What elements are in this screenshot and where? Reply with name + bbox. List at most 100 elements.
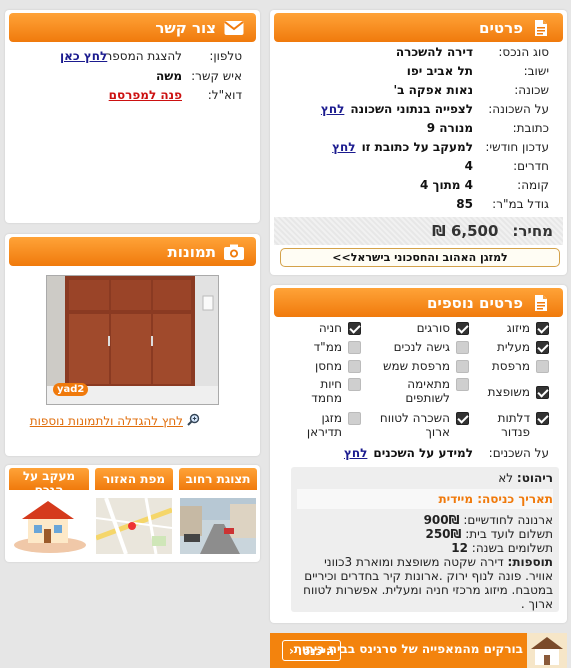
contact-phone-label: טלפון: — [209, 46, 242, 65]
detail-row-size: גודל במ"ר: — [492, 194, 549, 213]
tab-street-view[interactable]: תצוגת רחוב — [179, 468, 257, 557]
extra-title: פרטים נוספים — [426, 293, 523, 312]
detail-value-monthly-update: למעקב על כתובת זו לחץ — [332, 137, 473, 156]
reveal-phone-link[interactable]: לחץ כאן — [60, 49, 107, 63]
contact-phone-reveal: לחץ כאן — [60, 46, 107, 65]
detail-row-monthly-update: עדכון חודשי: — [485, 137, 549, 156]
detail-label: עדכון חודשי: — [485, 139, 549, 154]
ac-promo-link[interactable]: למזגן האהוב והחסכוני בישראל>> — [280, 248, 560, 267]
vaad-line: תשלום לועד בית: 250₪ — [297, 527, 553, 541]
detail-value: למעקב על כתובת זו — [361, 139, 473, 154]
contact-header: צור קשר — [9, 13, 256, 42]
checkbox-sun-balcony[interactable] — [456, 360, 469, 373]
checkbox-safe-room[interactable] — [348, 341, 361, 354]
tab-area-map[interactable]: מפת האזור — [95, 468, 173, 557]
detail-value: תל אביב יפו — [406, 63, 473, 78]
feature-accessibility: גישה לנכים — [393, 340, 450, 354]
feature-balcony: מרפסת — [491, 359, 530, 373]
checkbox-long-term[interactable] — [456, 412, 469, 425]
detail-value-city: תל אביב יפו — [407, 61, 473, 80]
details-header: פרטים — [274, 13, 563, 42]
additions-label: תוספות: — [507, 555, 553, 569]
residents-value: למידע על השכנים — [373, 445, 473, 460]
feature-long-term: השכרה לטווח ארוך — [379, 411, 450, 439]
detail-value: 85 — [456, 196, 473, 211]
checkbox-balcony[interactable] — [536, 360, 549, 373]
details-title: פרטים — [479, 18, 523, 37]
detail-row-address: כתובת: — [513, 118, 549, 137]
banner-button-label: היכנסו — [297, 643, 335, 658]
feature-roommates: מתאימה לשותפים — [405, 377, 450, 405]
residents-link[interactable]: לחץ — [344, 446, 367, 460]
label: איש קשר: — [191, 68, 242, 83]
detail-value: לצפייה בנתוני השכונה — [350, 101, 473, 116]
detail-value-about-neighborhood: לצפייה בנתוני השכונה לחץ — [321, 99, 473, 118]
house-icon — [531, 637, 563, 665]
feature-bars: סורגים — [416, 321, 450, 335]
arnona-value: 900₪ — [423, 513, 460, 527]
detail-row-neighborhood: שכונה: — [514, 80, 549, 99]
property-photo[interactable]: yad2 — [46, 275, 219, 405]
residents-label-row: על השכנים: — [489, 443, 549, 462]
neighborhood-link[interactable]: לחץ — [321, 102, 344, 116]
checkbox-renovated[interactable] — [536, 386, 549, 399]
tab-track-property[interactable]: מעקב על הנכס — [9, 468, 89, 557]
label: טלפון: — [209, 48, 242, 63]
tab-label: מפת האזור — [95, 468, 173, 490]
track-address-link[interactable]: לחץ — [332, 140, 355, 154]
checkbox-ac[interactable] — [536, 322, 549, 335]
checkbox-elevator[interactable] — [536, 341, 549, 354]
checkbox-roommates[interactable] — [456, 378, 469, 391]
arnona-label: ארנונה לחודשיים: — [463, 513, 553, 527]
details-panel: פרטים סוג הנכס: דירה להשכרה ישוב: תל אבי… — [270, 10, 567, 275]
checkbox-parking[interactable] — [348, 322, 361, 335]
banner-image — [527, 633, 567, 668]
checkbox-accessibility[interactable] — [456, 341, 469, 354]
feature-parking: חניה — [318, 321, 342, 335]
street-view-thumbnail — [180, 498, 256, 554]
contact-person-value: משה — [156, 66, 182, 85]
envelope-icon — [224, 18, 244, 38]
checkbox-tadiran-ac[interactable] — [348, 412, 361, 425]
detail-row-floor: קומה: — [517, 175, 549, 194]
extra-header: פרטים נוספים — [274, 288, 563, 317]
checkbox-storage[interactable] — [348, 360, 361, 373]
checkbox-pandor-doors[interactable] — [536, 412, 549, 425]
feature-pandor-doors: דלתות פנדור — [497, 411, 530, 439]
furniture-value: לא — [498, 471, 514, 485]
detail-label: קומה: — [517, 177, 549, 192]
banner-enter-button[interactable]: היכנסו ‹ — [282, 640, 342, 661]
enlarge-photos-link[interactable]: לחץ להגדלה ולתמונות נוספות — [30, 414, 183, 428]
feature-storage: מחסן — [314, 359, 342, 373]
document-icon — [531, 18, 551, 38]
detail-value-neighborhood: נאות אפקה ב' — [393, 80, 473, 99]
detail-value: נאות אפקה ב' — [393, 82, 473, 97]
contact-panel: צור קשר טלפון: להצגת המספר לחץ כאן איש ק… — [5, 10, 260, 223]
checkbox-pets[interactable] — [348, 378, 361, 391]
residents-label: על השכנים: — [488, 445, 549, 460]
tab-label: מעקב על הנכס — [9, 468, 89, 490]
contact-advertiser-link[interactable]: פנה למפרסם — [109, 88, 182, 102]
house-in-hand-image — [14, 501, 86, 553]
detail-label: גודל במ"ר: — [492, 196, 549, 211]
feature-renovated: משופצת — [487, 385, 530, 399]
detail-label: ישוב: — [523, 63, 549, 78]
detail-row-about-neighborhood: על השכונה: — [488, 99, 549, 118]
feature-pets: חיות מחמד — [311, 377, 342, 405]
checkbox-bars[interactable] — [456, 322, 469, 335]
detail-value: 4 מתוך 4 — [419, 177, 473, 192]
yad2-watermark: yad2 — [53, 383, 89, 396]
detail-value: 4 — [464, 158, 473, 173]
tab-label: תצוגת רחוב — [179, 468, 257, 490]
ad-banner[interactable]: בורקים מהמאפייה של סרגינס בבית ביתית היכ… — [270, 633, 567, 668]
detail-value: מנורה 9 — [426, 120, 473, 135]
price-value: 6,500 ₪ — [432, 222, 499, 240]
furniture-label: ריהוט: — [516, 471, 553, 485]
contact-email-value: פנה למפרסם — [109, 85, 182, 104]
contact-phone-value: להצגת המספר — [106, 46, 182, 65]
detail-value-type: דירה להשכרה — [396, 42, 473, 61]
area-map-thumbnail — [96, 498, 172, 554]
enlarge-row: לחץ להגדלה ולתמונות נוספות — [30, 412, 200, 430]
photos-header: תמונות — [9, 237, 256, 266]
detail-label: כתובת: — [512, 120, 549, 135]
